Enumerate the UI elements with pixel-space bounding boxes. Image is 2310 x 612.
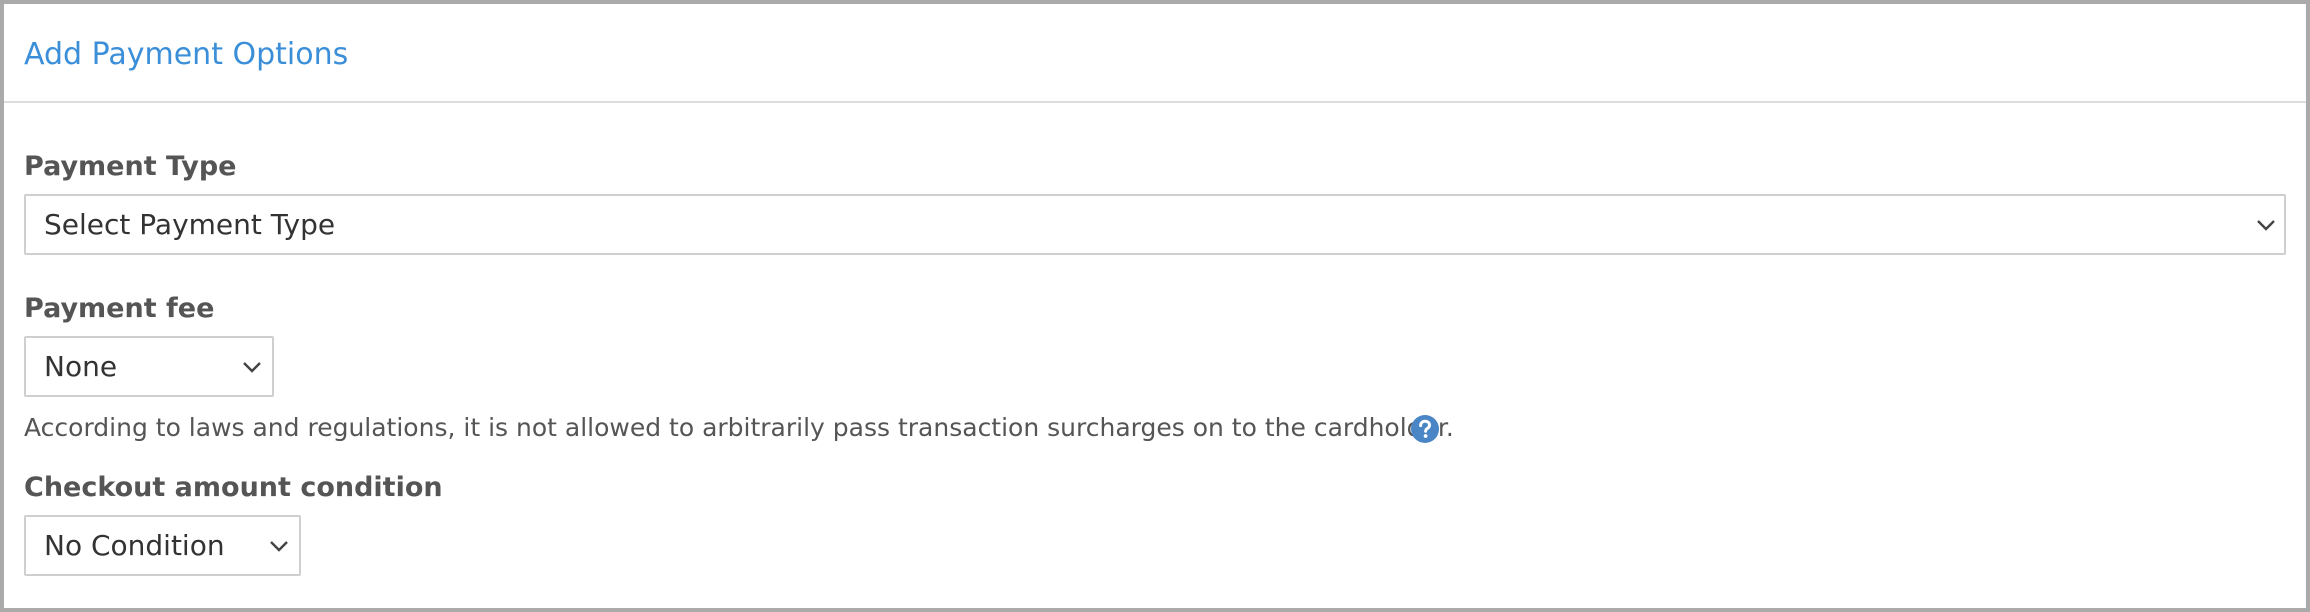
payment-type-select[interactable]: Select Payment Type [24, 194, 2286, 255]
payment-type-selected-value: Select Payment Type [44, 208, 336, 241]
chevron-down-icon [2255, 210, 2277, 240]
payment-fee-select[interactable]: None [24, 336, 274, 397]
payment-type-label: Payment Type [24, 151, 237, 182]
chevron-down-icon [241, 352, 263, 382]
payment-fee-selected-value: None [44, 350, 118, 383]
panel-title: Add Payment Options [24, 37, 349, 72]
payment-fee-label: Payment fee [24, 293, 215, 324]
payment-fee-notice: According to laws and regulations, it is… [24, 413, 1454, 442]
checkout-condition-select[interactable]: No Condition [24, 515, 301, 576]
checkout-condition-selected-value: No Condition [44, 529, 225, 562]
checkout-condition-label: Checkout amount condition [24, 472, 443, 503]
add-payment-options-panel: Add Payment Options Payment Type Select … [0, 0, 2310, 612]
chevron-down-icon [268, 531, 290, 561]
panel-header: Add Payment Options [4, 4, 2306, 103]
question-circle-icon[interactable] [1410, 414, 1440, 444]
